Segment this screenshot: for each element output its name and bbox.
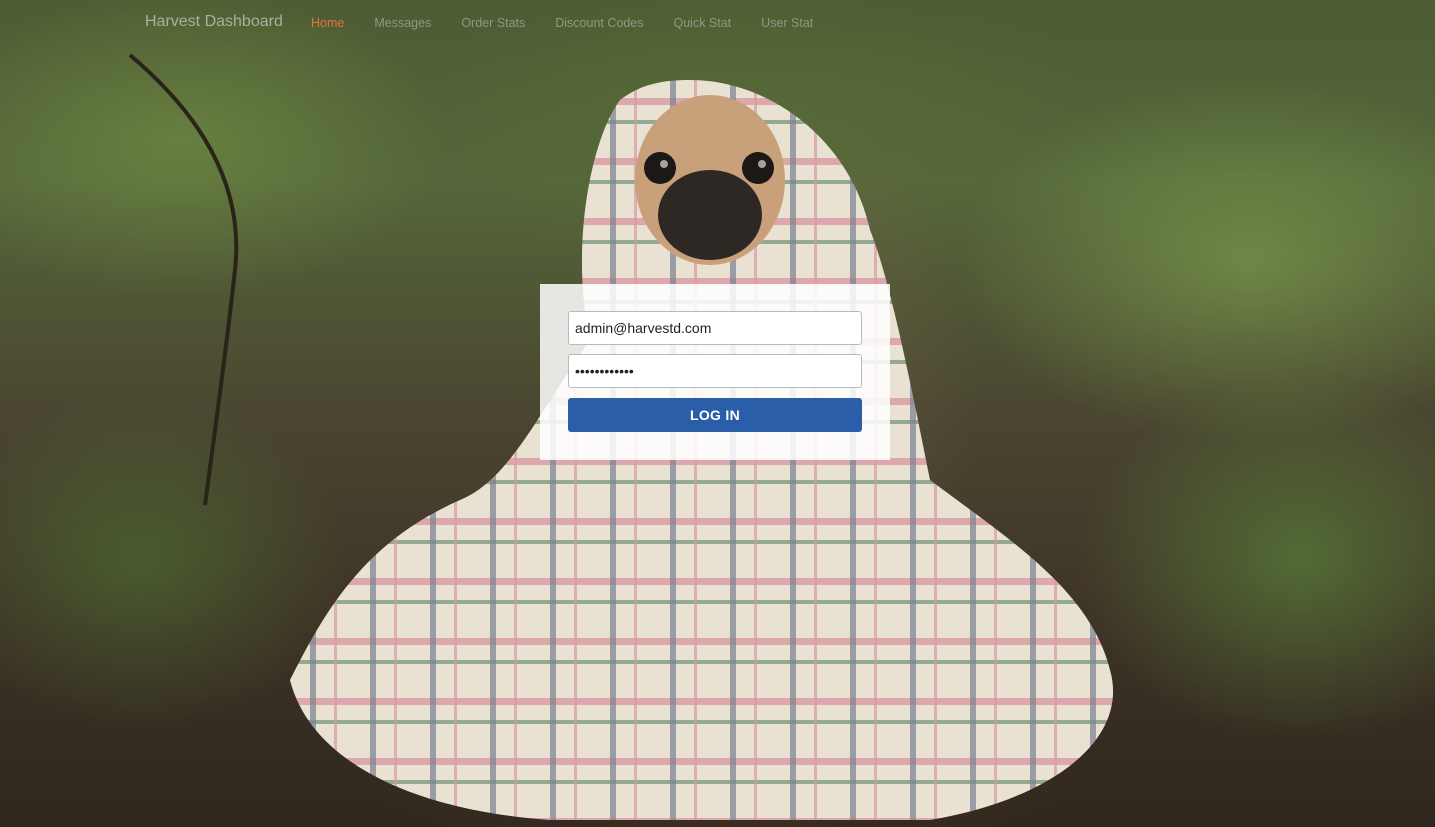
- login-form: LOG IN: [540, 284, 890, 460]
- twig-illustration: [128, 53, 239, 506]
- nav-item-home: Home: [311, 16, 344, 30]
- top-navbar: Harvest Dashboard Home Messages Order St…: [0, 0, 1435, 46]
- nav-item-order-stats: Order Stats: [461, 16, 525, 30]
- nav-link-order-stats[interactable]: Order Stats: [461, 16, 525, 30]
- nav-item-messages: Messages: [374, 16, 431, 30]
- nav-link-home[interactable]: Home: [311, 16, 344, 30]
- password-field[interactable]: [568, 354, 862, 388]
- nav-item-quick-stat: Quick Stat: [674, 16, 732, 30]
- login-button[interactable]: LOG IN: [568, 398, 862, 432]
- brand-link[interactable]: Harvest Dashboard: [145, 13, 283, 31]
- nav-link-messages[interactable]: Messages: [374, 16, 431, 30]
- login-page: Harvest Dashboard Home Messages Order St…: [0, 0, 1435, 827]
- nav-menu: Home Messages Order Stats Discount Codes…: [311, 16, 843, 30]
- nav-link-user-stat[interactable]: User Stat: [761, 16, 813, 30]
- nav-item-discount-codes: Discount Codes: [555, 16, 643, 30]
- nav-link-quick-stat[interactable]: Quick Stat: [674, 16, 732, 30]
- nav-item-user-stat: User Stat: [761, 16, 813, 30]
- email-field[interactable]: [568, 311, 862, 345]
- nav-link-discount-codes[interactable]: Discount Codes: [555, 16, 643, 30]
